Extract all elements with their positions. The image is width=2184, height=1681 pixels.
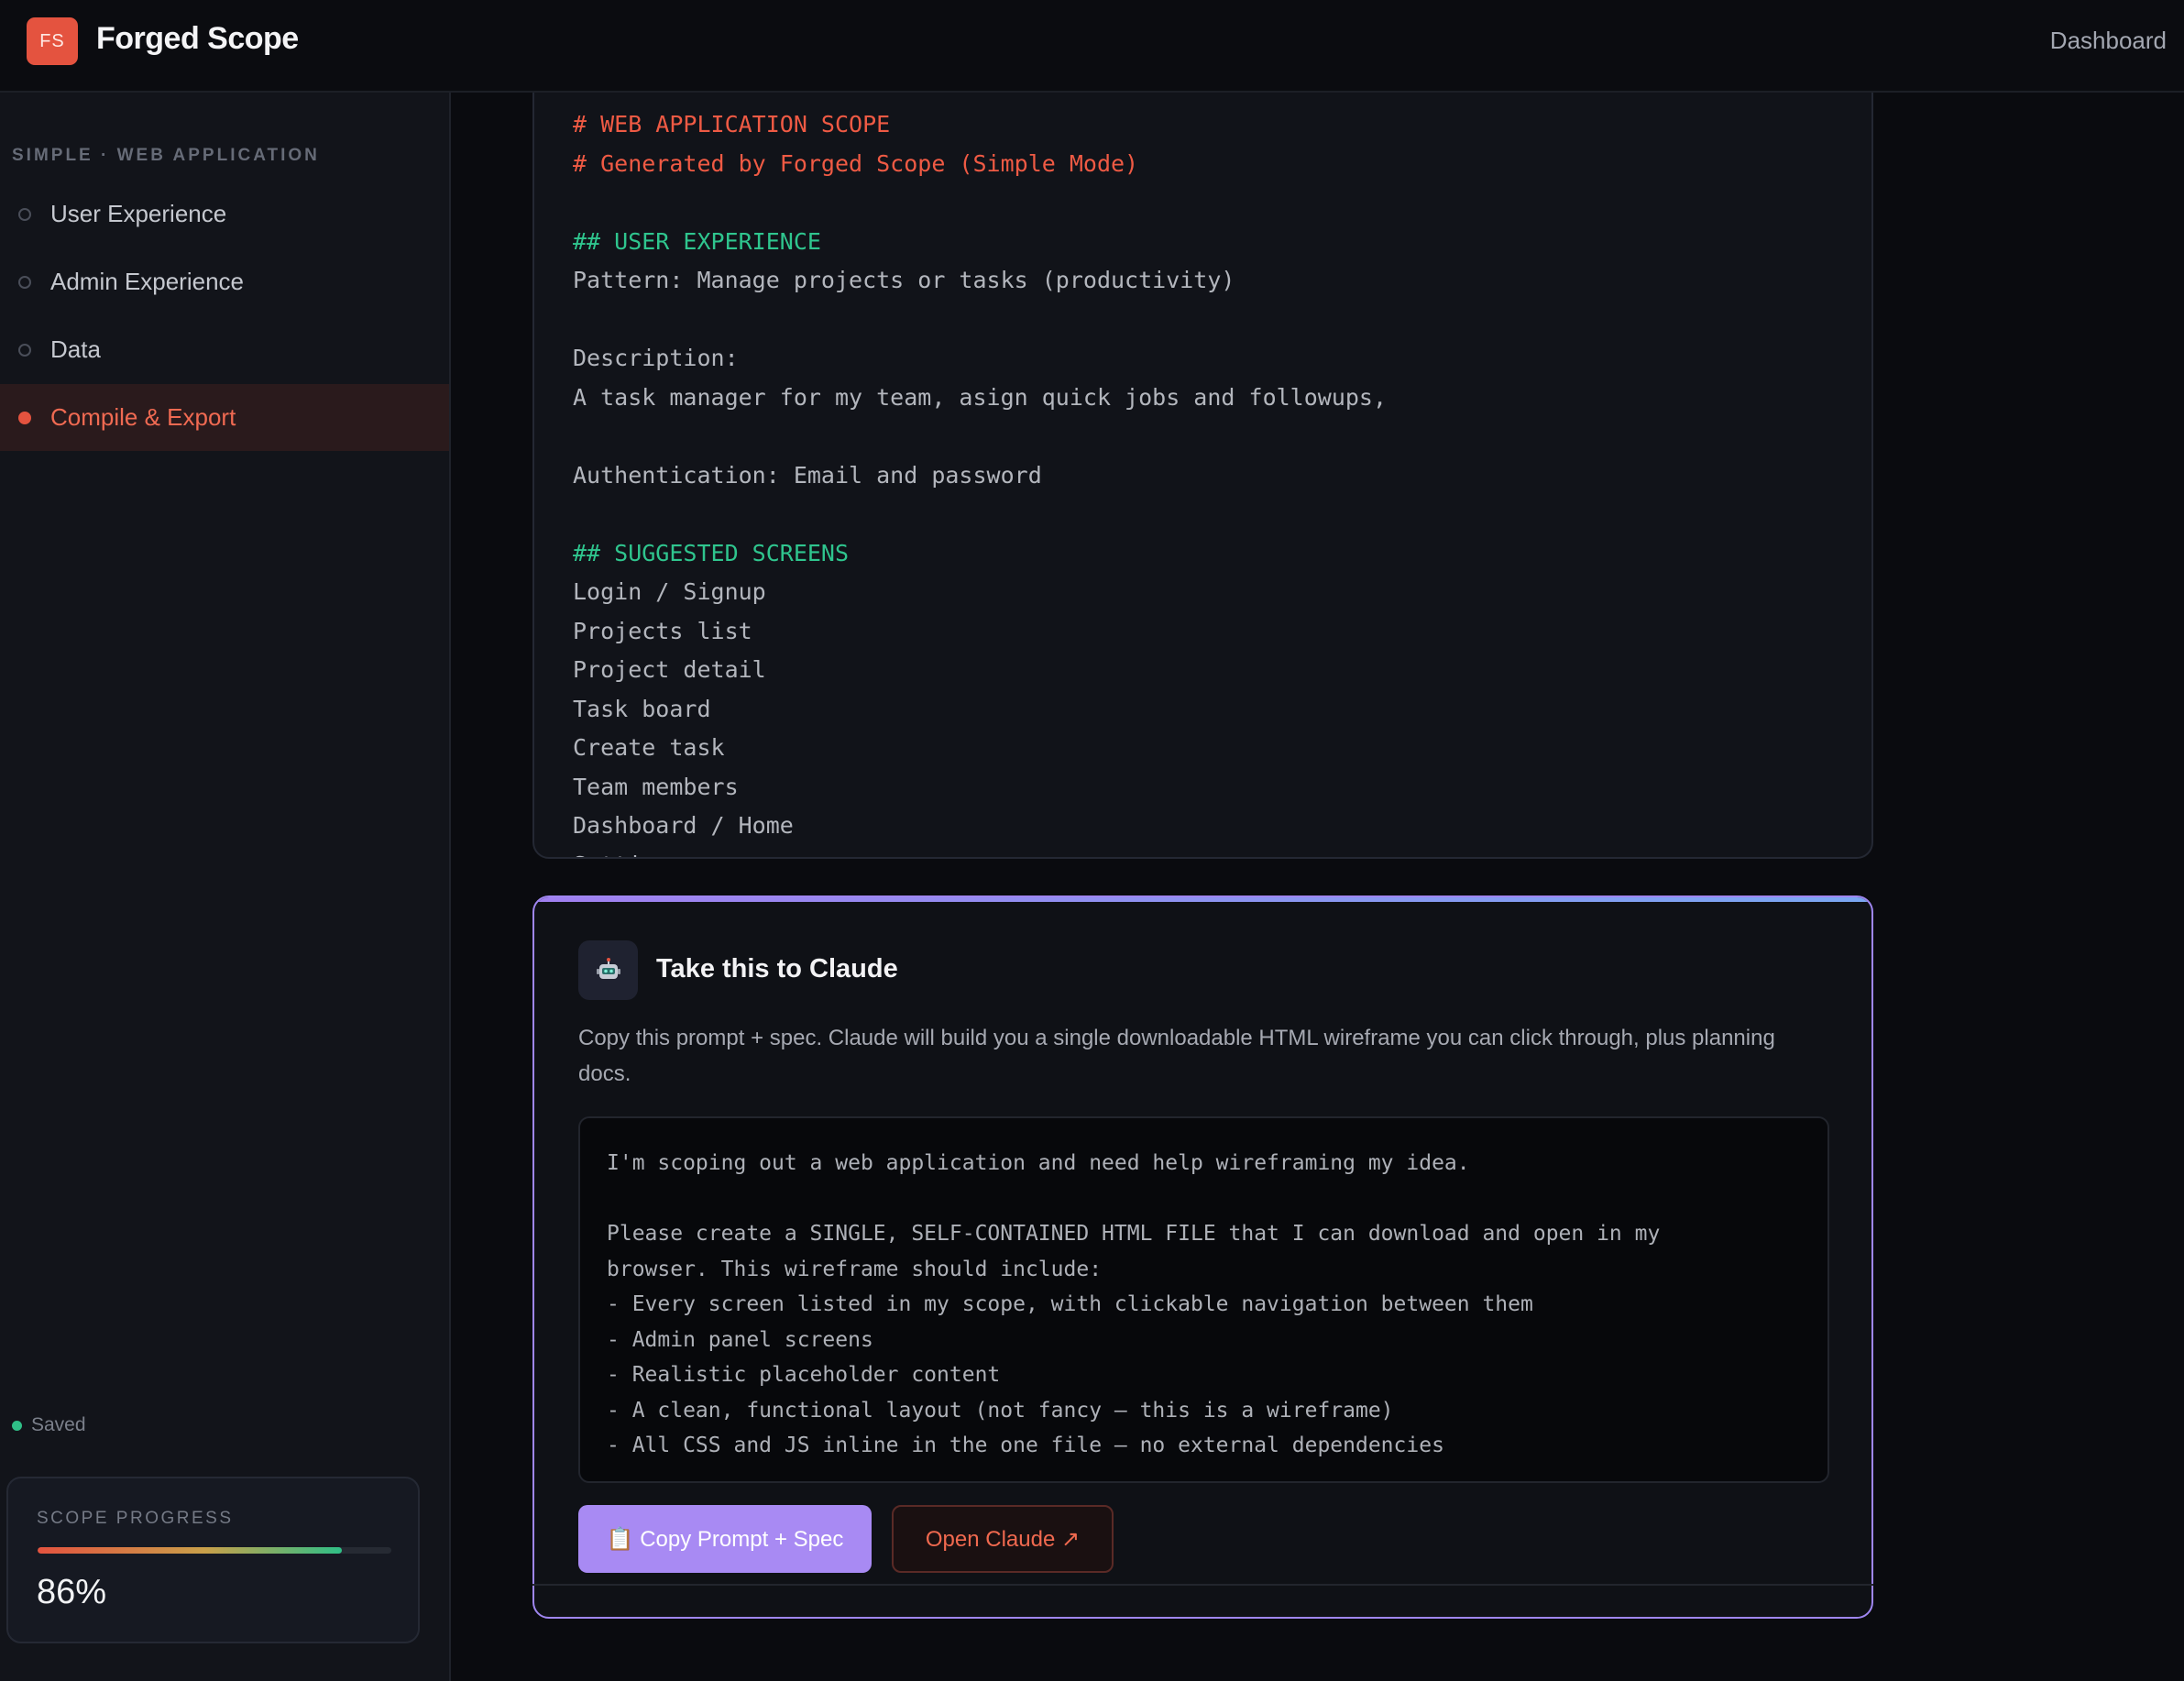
saved-label: Saved [31,1414,86,1435]
spec-line: # WEB APPLICATION SCOPE [573,111,891,137]
save-status: Saved [12,1414,86,1436]
top-bar: FS Forged Scope Dashboard [0,0,2184,93]
spec-line [573,183,1387,223]
app-title[interactable]: Forged Scope [96,21,299,57]
copy-prompt-spec-button[interactable]: 📋 Copy Prompt + Spec [578,1505,872,1573]
section-divider [532,1584,1873,1586]
progress-bar-fill [38,1547,342,1554]
main-content[interactable]: # WEB APPLICATION SCOPE # Generated by Fo… [451,93,2184,1681]
spec-line: Project detail [573,656,766,683]
robot-icon-glyph [596,957,620,979]
scope-progress-card: SCOPE PROGRESS 86% [6,1477,420,1643]
spec-line [573,301,1387,340]
spec-line [573,417,1387,456]
prompt-line [607,1181,1660,1217]
sidebar-item-user-experience[interactable]: User Experience [0,181,449,247]
prompt-line: I'm scoping out a web application and ne… [607,1151,1470,1175]
sidebar-item-data[interactable]: Data [0,316,449,383]
step-dot-icon [18,343,31,357]
spec-line: Settings [573,846,1387,858]
claude-card-title: Take this to Claude [656,954,898,983]
prompt-line: - All CSS and JS inline in the one file … [607,1434,1444,1457]
sidebar-item-admin-experience[interactable]: Admin Experience [0,248,449,315]
sidebar: SIMPLE · WEB APPLICATION User Experience… [0,93,451,1681]
spec-line: ## SUGGESTED SCREENS [573,539,850,566]
spec-line: A task manager for my team, asign quick … [573,383,1388,411]
sidebar-item-label: Admin Experience [50,268,244,295]
sidebar-item-label: User Experience [50,200,227,227]
prompt-text: I'm scoping out a web application and ne… [607,1146,1660,1464]
open-claude-button[interactable]: Open Claude ↗ [892,1505,1114,1573]
spec-line: Authentication: Email and password [573,461,1042,489]
claude-export-card: Take this to Claude Copy this prompt + s… [532,895,1873,1619]
progress-track [38,1547,391,1554]
spec-line: Team members [573,773,739,800]
progress-value: 86% [37,1573,107,1611]
step-dot-icon [18,207,31,221]
prompt-line: Please create a SINGLE, SELF-CONTAINED H… [607,1222,1661,1246]
robot-icon [578,940,638,1000]
spec-line: Create task [573,734,725,761]
spec-line: Pattern: Manage projects or tasks (produ… [573,267,1235,293]
prompt-line: browser. This wireframe should include: [607,1257,1103,1281]
sidebar-item-label: Compile & Export [50,403,236,431]
spec-text: # WEB APPLICATION SCOPE # Generated by Fo… [573,105,1388,858]
dashboard-link[interactable]: Dashboard [2050,27,2167,55]
prompt-line: - A clean, functional layout (not fancy … [607,1398,1394,1423]
spec-preview-panel[interactable]: # WEB APPLICATION SCOPE # Generated by Fo… [532,93,1873,859]
spec-line: Dashboard / Home [573,812,794,839]
spec-line: Projects list [573,617,752,644]
spec-line: ## USER EXPERIENCE [573,227,821,255]
card-accent-line [534,897,1871,902]
logo-badge[interactable]: FS [27,17,78,65]
sidebar-item-label: Data [50,335,101,363]
spec-line: Task board [573,695,711,722]
progress-title: SCOPE PROGRESS [37,1509,234,1528]
claude-card-description: Copy this prompt + spec. Claude will bui… [578,1026,1775,1086]
prompt-line: - Every screen listed in my scope, with … [607,1292,1533,1316]
spec-line: Login / Signup [573,578,766,605]
sidebar-heading: SIMPLE · WEB APPLICATION [12,146,320,165]
sidebar-item-compile-export[interactable]: Compile & Export [0,384,449,451]
saved-status-dot-icon [12,1420,22,1431]
active-step-dot-icon [18,411,31,424]
spec-line: # Generated by Forged Scope (Simple Mode… [573,149,1139,177]
step-dot-icon [18,275,31,289]
prompt-line: - Realistic placeholder content [607,1363,1001,1387]
spec-line: Description: [573,345,739,371]
prompt-line: - Admin panel screens [607,1327,873,1352]
spec-line [573,495,1387,534]
prompt-preview-box[interactable]: I'm scoping out a web application and ne… [578,1116,1829,1483]
